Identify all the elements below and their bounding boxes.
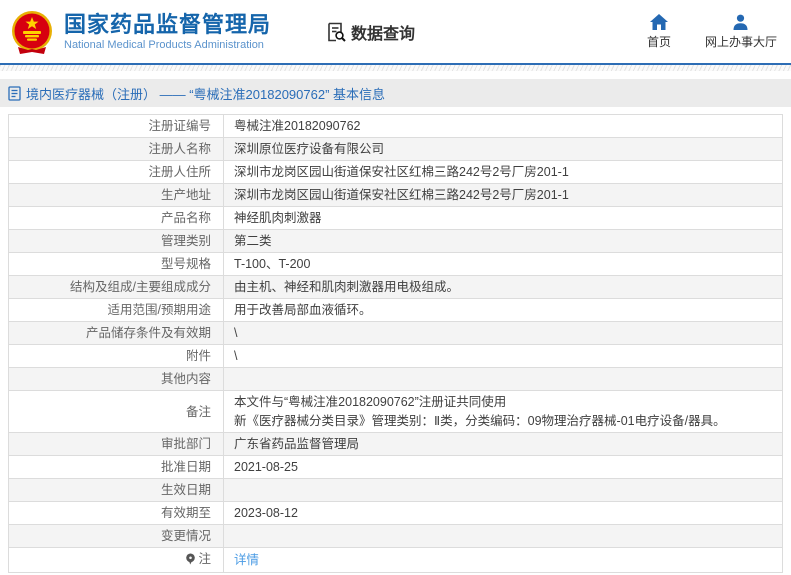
row-label: 注册证编号: [8, 114, 224, 138]
document-icon: [8, 85, 21, 101]
row-label: 型号规格: [8, 252, 224, 276]
table-row: 结构及组成/主要组成成分 由主机、神经和肌肉刺激器用电极组成。: [8, 275, 783, 299]
site-subtitle: National Medical Products Administration: [64, 39, 264, 51]
table-row: 审批部门 广东省药品监督管理局: [8, 432, 783, 456]
row-value: 深圳市龙岗区园山街道保安社区红棉三路242号2号厂房201-1: [223, 160, 783, 184]
table-row: 型号规格 T-100、T-200: [8, 252, 783, 276]
table-row: 批准日期 2021-08-25: [8, 455, 783, 479]
row-value: [223, 367, 783, 391]
row-label: 审批部门: [8, 432, 224, 456]
table-row: 生产地址 深圳市龙岗区园山街道保安社区红棉三路242号2号厂房201-1: [8, 183, 783, 207]
registration-info-table: 注册证编号 粤械注准20182090762 注册人名称 深圳原位医疗设备有限公司 注册人…: [8, 114, 783, 573]
row-value-line: 新《医疗器械分类目录》管理类别：Ⅱ类，分类编码：09物理治疗器械-01电疗设备/…: [234, 414, 726, 428]
nav-online-hall-label: 网上办事大厅: [704, 34, 777, 49]
row-value-line: 本文件与“粤械注准20182090762”注册证共同使用: [234, 395, 507, 409]
table-row: 注详情: [8, 547, 783, 573]
nav-data-query-label: 数据查询: [351, 25, 416, 43]
row-label: 产品名称: [8, 206, 224, 230]
row-value: [223, 478, 783, 502]
row-value: [223, 524, 783, 548]
row-value: \: [223, 321, 783, 345]
table-row: 适用范围/预期用途 用于改善局部血液循环。: [8, 298, 783, 322]
row-value: 广东省药品监督管理局: [223, 432, 783, 456]
row-value: 由主机、神经和肌肉刺激器用电极组成。: [223, 275, 783, 299]
table-row: 其他内容: [8, 367, 783, 391]
brand-block: 国家药品监督管理局 National Medical Products Admi…: [64, 12, 271, 51]
table-row: 注册人名称 深圳原位医疗设备有限公司: [8, 137, 783, 161]
row-value: 用于改善局部血液循环。: [223, 298, 783, 322]
row-label: 管理类别: [8, 229, 224, 253]
table-row: 备注 本文件与“粤械注准20182090762”注册证共同使用新《医疗器械分类目录…: [8, 390, 783, 433]
row-value: \: [223, 344, 783, 368]
data-query-icon: [328, 22, 346, 42]
header-hatch-strip: [0, 65, 791, 71]
row-label: 批准日期: [8, 455, 224, 479]
row-label: 注册人名称: [8, 137, 224, 161]
row-value: 本文件与“粤械注准20182090762”注册证共同使用新《医疗器械分类目录》管…: [223, 390, 783, 433]
row-label: 适用范围/预期用途: [8, 298, 224, 322]
breadcrumb: 境内医疗器械（注册） —— “粤械注准20182090762” 基本信息: [0, 79, 791, 107]
table-row: 有效期至 2023-08-12: [8, 501, 783, 525]
row-label: 注: [8, 547, 224, 573]
note-balloon-icon: [185, 553, 196, 569]
nav-online-hall[interactable]: 网上办事大厅: [705, 14, 777, 50]
home-icon: [649, 13, 668, 30]
table-row: 注册证编号 粤械注准20182090762: [8, 114, 783, 138]
table-row: 附件 \: [8, 344, 783, 368]
details-link[interactable]: 详情: [234, 553, 259, 567]
row-label: 产品储存条件及有效期: [8, 321, 224, 345]
table-row: 产品储存条件及有效期 \: [8, 321, 783, 345]
table-row: 生效日期: [8, 478, 783, 502]
row-label: 结构及组成/主要组成成分: [8, 275, 224, 299]
table-row: 管理类别 第二类: [8, 229, 783, 253]
row-value: 深圳市龙岗区园山街道保安社区红棉三路242号2号厂房201-1: [223, 183, 783, 207]
row-value: 神经肌肉刺激器: [223, 206, 783, 230]
info-table-body: 注册证编号 粤械注准20182090762 注册人名称 深圳原位医疗设备有限公司 注册人…: [8, 114, 783, 573]
site-title: 国家药品监督管理局: [64, 12, 272, 37]
row-label: 注册人住所: [8, 160, 224, 184]
row-label: 其他内容: [8, 367, 224, 391]
row-label: 附件: [8, 344, 224, 368]
row-value: 粤械注准20182090762: [223, 114, 783, 138]
table-row: 变更情况: [8, 524, 783, 548]
row-label: 有效期至: [8, 501, 224, 525]
site-header: 国家药品监督管理局 National Medical Products Admi…: [0, 0, 791, 63]
national-emblem-logo: [12, 10, 52, 54]
nav-data-query[interactable]: 数据查询: [325, 20, 415, 44]
row-label: 备注: [8, 390, 224, 433]
table-row: 产品名称 神经肌肉刺激器: [8, 206, 783, 230]
row-label: 生产地址: [8, 183, 224, 207]
nav-home-label: 首页: [646, 34, 671, 49]
row-value: 2021-08-25: [223, 455, 783, 479]
row-label: 生效日期: [8, 478, 224, 502]
user-icon: [733, 14, 748, 30]
row-label: 变更情况: [8, 524, 224, 548]
breadcrumb-text: 境内医疗器械（注册） —— “粤械注准20182090762” 基本信息: [26, 86, 386, 102]
nav-home[interactable]: 首页: [646, 13, 671, 50]
row-value: 2023-08-12: [223, 501, 783, 525]
row-value: 详情: [223, 547, 783, 573]
row-value: 第二类: [223, 229, 783, 253]
table-row: 注册人住所 深圳市龙岗区园山街道保安社区红棉三路242号2号厂房201-1: [8, 160, 783, 184]
row-value: T-100、T-200: [223, 252, 783, 276]
row-value: 深圳原位医疗设备有限公司: [223, 137, 783, 161]
